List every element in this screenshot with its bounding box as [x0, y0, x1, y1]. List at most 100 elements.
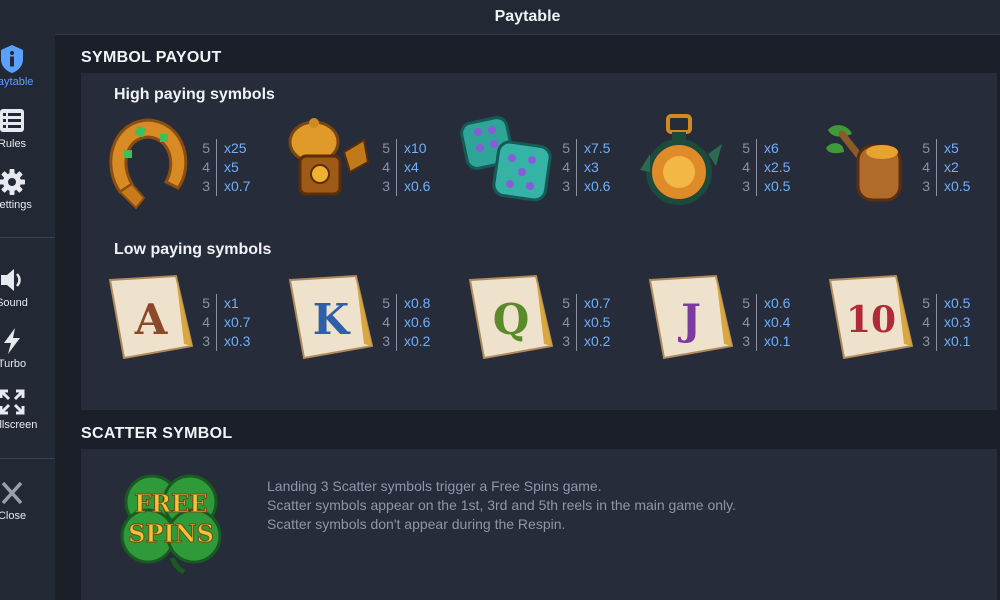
payout-multiplier: x0.3	[944, 314, 971, 330]
scatter-description: Landing 3 Scatter symbols trigger a Free…	[267, 477, 736, 534]
letter-q-symbol: Q	[464, 272, 554, 372]
payout-multiplier: x6	[764, 140, 779, 156]
sidebar-item-label: Settings	[0, 199, 32, 211]
payout-count: 5	[196, 294, 217, 313]
payout-multiplier: x0.2	[584, 333, 611, 349]
payout-multiplier: x0.6	[404, 314, 431, 330]
letter-k-symbol: K	[284, 272, 374, 372]
payout-multiplier: x0.3	[224, 333, 251, 349]
payout-multiplier: x5	[944, 140, 959, 156]
svg-text:SPINS: SPINS	[128, 519, 214, 548]
close-icon	[0, 478, 44, 508]
payout-row: 4 x0.3	[916, 313, 970, 332]
speaker-icon	[0, 265, 44, 295]
payout-table-dice: 5 x7.5 4 x3 3 x0.6	[556, 139, 610, 196]
payout-count: 5	[916, 139, 937, 158]
payout-row: 4 x0.7	[196, 313, 250, 332]
payout-count: 4	[196, 313, 217, 332]
payout-count: 4	[196, 158, 217, 177]
fullscreen-icon	[0, 387, 44, 417]
list-icon	[0, 106, 44, 136]
payout-table-q: 5 x0.7 4 x0.5 3 x0.2	[556, 294, 610, 351]
letter-10-symbol: 10	[824, 272, 914, 372]
payout-row: 5 x6	[736, 139, 790, 158]
payout-multiplier: x0.5	[584, 314, 611, 330]
sidebar-item-label: Fullscreen	[0, 419, 38, 431]
letter-j-symbol: J	[644, 272, 734, 372]
payout-row: 3 x0.1	[736, 332, 790, 351]
payout-multiplier: x25	[224, 140, 247, 156]
payout-row: 3 x0.7	[196, 177, 250, 196]
payout-table-horseshoe: 5 x25 4 x5 3 x0.7	[196, 139, 250, 196]
payout-row: 4 x2	[916, 158, 970, 177]
payout-row: 5 x5	[916, 139, 970, 158]
payout-multiplier: x0.2	[404, 333, 431, 349]
payout-multiplier: x0.6	[404, 178, 431, 194]
potion-symbol	[636, 114, 726, 214]
payout-table-j: 5 x0.6 4 x0.4 3 x0.1	[736, 294, 790, 351]
payout-count: 3	[196, 332, 217, 351]
payout-count: 4	[736, 158, 757, 177]
svg-text:A: A	[134, 295, 169, 344]
gear-icon	[0, 167, 44, 197]
payout-row: 5 x25	[196, 139, 250, 158]
payout-multiplier: x0.6	[584, 178, 611, 194]
payout-multiplier: x2	[944, 159, 959, 175]
payout-multiplier: x0.5	[944, 178, 971, 194]
sidebar-item-turbo[interactable]: Turbo	[0, 326, 44, 370]
payout-multiplier: x0.6	[764, 295, 791, 311]
payout-count: 4	[376, 158, 397, 177]
payout-multiplier: x0.7	[224, 314, 251, 330]
sidebar-item-label: Close	[0, 510, 27, 522]
sidebar-item-sound[interactable]: Sound	[0, 265, 44, 309]
payout-multiplier: x2.5	[764, 159, 791, 175]
payout-multiplier: x0.4	[764, 314, 791, 330]
sidebar-item-fullscreen[interactable]: Fullscreen	[0, 387, 44, 431]
payout-row: 3 x0.5	[736, 177, 790, 196]
payout-count: 5	[736, 139, 757, 158]
payout-count: 4	[736, 313, 757, 332]
payout-count: 5	[556, 294, 577, 313]
payout-row: 5 x0.8	[376, 294, 430, 313]
pipe-symbol	[820, 116, 910, 216]
payout-table-lantern-helmet: 5 x10 4 x4 3 x0.6	[376, 139, 430, 196]
sidebar: Paytable Rules Settings Sound Turbo Full…	[0, 0, 55, 600]
payout-table-potion: 5 x6 4 x2.5 3 x0.5	[736, 139, 790, 196]
letter-a-symbol: A	[104, 272, 194, 372]
payout-multiplier: x0.7	[584, 295, 611, 311]
info-icon	[0, 44, 44, 74]
payout-row: 4 x0.6	[376, 313, 430, 332]
page-title: Paytable	[55, 0, 1000, 35]
svg-text:Q: Q	[493, 295, 530, 344]
dice-symbol	[460, 114, 552, 214]
payout-row: 5 x0.7	[556, 294, 610, 313]
payout-row: 5 x7.5	[556, 139, 610, 158]
svg-text:J: J	[677, 295, 701, 344]
payout-count: 3	[196, 177, 217, 196]
horseshoe-symbol	[102, 112, 192, 212]
payout-row: 3 x0.6	[556, 177, 610, 196]
payout-count: 3	[916, 332, 937, 351]
payout-table-10: 5 x0.5 4 x0.3 3 x0.1	[916, 294, 970, 351]
payout-multiplier: x0.7	[224, 178, 251, 194]
payout-count: 5	[916, 294, 937, 313]
payout-count: 4	[556, 158, 577, 177]
sidebar-item-settings[interactable]: Settings	[0, 167, 44, 211]
payout-count: 4	[376, 313, 397, 332]
payout-row: 4 x2.5	[736, 158, 790, 177]
sidebar-item-rules[interactable]: Rules	[0, 106, 44, 150]
svg-text:K: K	[313, 295, 351, 344]
payout-row: 5 x10	[376, 139, 430, 158]
sidebar-item-close[interactable]: Close	[0, 478, 44, 522]
payout-count: 4	[916, 158, 937, 177]
payout-table-a: 5 x1 4 x0.7 3 x0.3	[196, 294, 250, 351]
payout-row: 3 x0.3	[196, 332, 250, 351]
payout-row: 4 x5	[196, 158, 250, 177]
lantern-helmet-symbol	[284, 112, 374, 212]
scatter-line: Landing 3 Scatter symbols trigger a Free…	[267, 478, 602, 494]
sidebar-item-label: Sound	[0, 297, 28, 309]
payout-multiplier: x0.1	[764, 333, 791, 349]
sidebar-item-paytable[interactable]: Paytable	[0, 44, 44, 88]
payout-count: 5	[196, 139, 217, 158]
payout-multiplier: x0.8	[404, 295, 431, 311]
